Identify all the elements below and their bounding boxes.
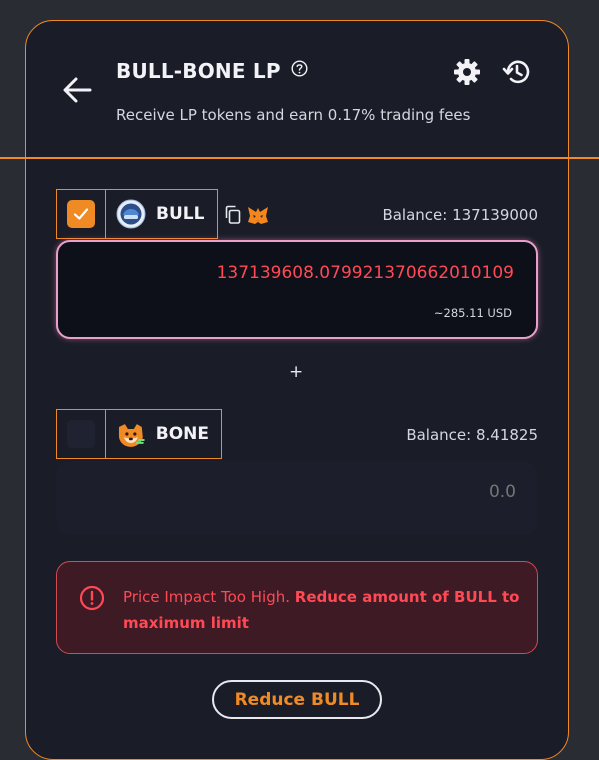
page-title: BULL-BONE LP [116, 59, 281, 83]
token-b-selector[interactable]: BONE [106, 409, 222, 459]
checkbox-unchecked [67, 420, 95, 448]
token-a-selector[interactable]: BULL [106, 189, 218, 239]
token-a-name: BULL [156, 204, 205, 224]
price-impact-warning: Price Impact Too High. Reduce amount of … [56, 561, 538, 654]
plus-sign: + [289, 362, 304, 382]
reduce-bull-button[interactable]: Reduce BULL [212, 680, 382, 719]
metamask-icon[interactable] [247, 206, 269, 225]
token-a-amount-box: ~285.11 USD [56, 240, 538, 339]
gear-icon[interactable] [452, 57, 482, 87]
check-icon [73, 208, 89, 220]
question-circle-icon[interactable] [291, 60, 308, 77]
token-a-balance: Balance: 137139000 [382, 206, 538, 224]
token-a-usd-value: ~285.11 USD [433, 306, 512, 320]
checkbox-checked [67, 200, 95, 228]
token-a-amount-input[interactable] [72, 262, 516, 284]
token-b-amount-input[interactable] [214, 481, 518, 503]
token-b-name: BONE [155, 424, 209, 444]
copy-icon[interactable] [224, 205, 242, 225]
bull-token-icon [116, 199, 146, 229]
history-icon[interactable] [502, 57, 532, 87]
token-b-balance: Balance: 8.41825 [406, 426, 538, 444]
token-b-amount-box [56, 461, 538, 535]
bone-token-icon [118, 424, 145, 447]
token-b-checkbox[interactable] [56, 409, 106, 459]
warning-message: Price Impact Too High. Reduce amount of … [123, 584, 523, 636]
exclamation-circle-icon [79, 585, 105, 611]
token-a-checkbox[interactable] [56, 189, 106, 239]
warning-text-normal: Price Impact Too High. [123, 588, 295, 606]
arrow-left-icon[interactable] [60, 74, 94, 106]
page-subtitle: Receive LP tokens and earn 0.17% trading… [116, 106, 471, 124]
header-divider [0, 157, 599, 159]
